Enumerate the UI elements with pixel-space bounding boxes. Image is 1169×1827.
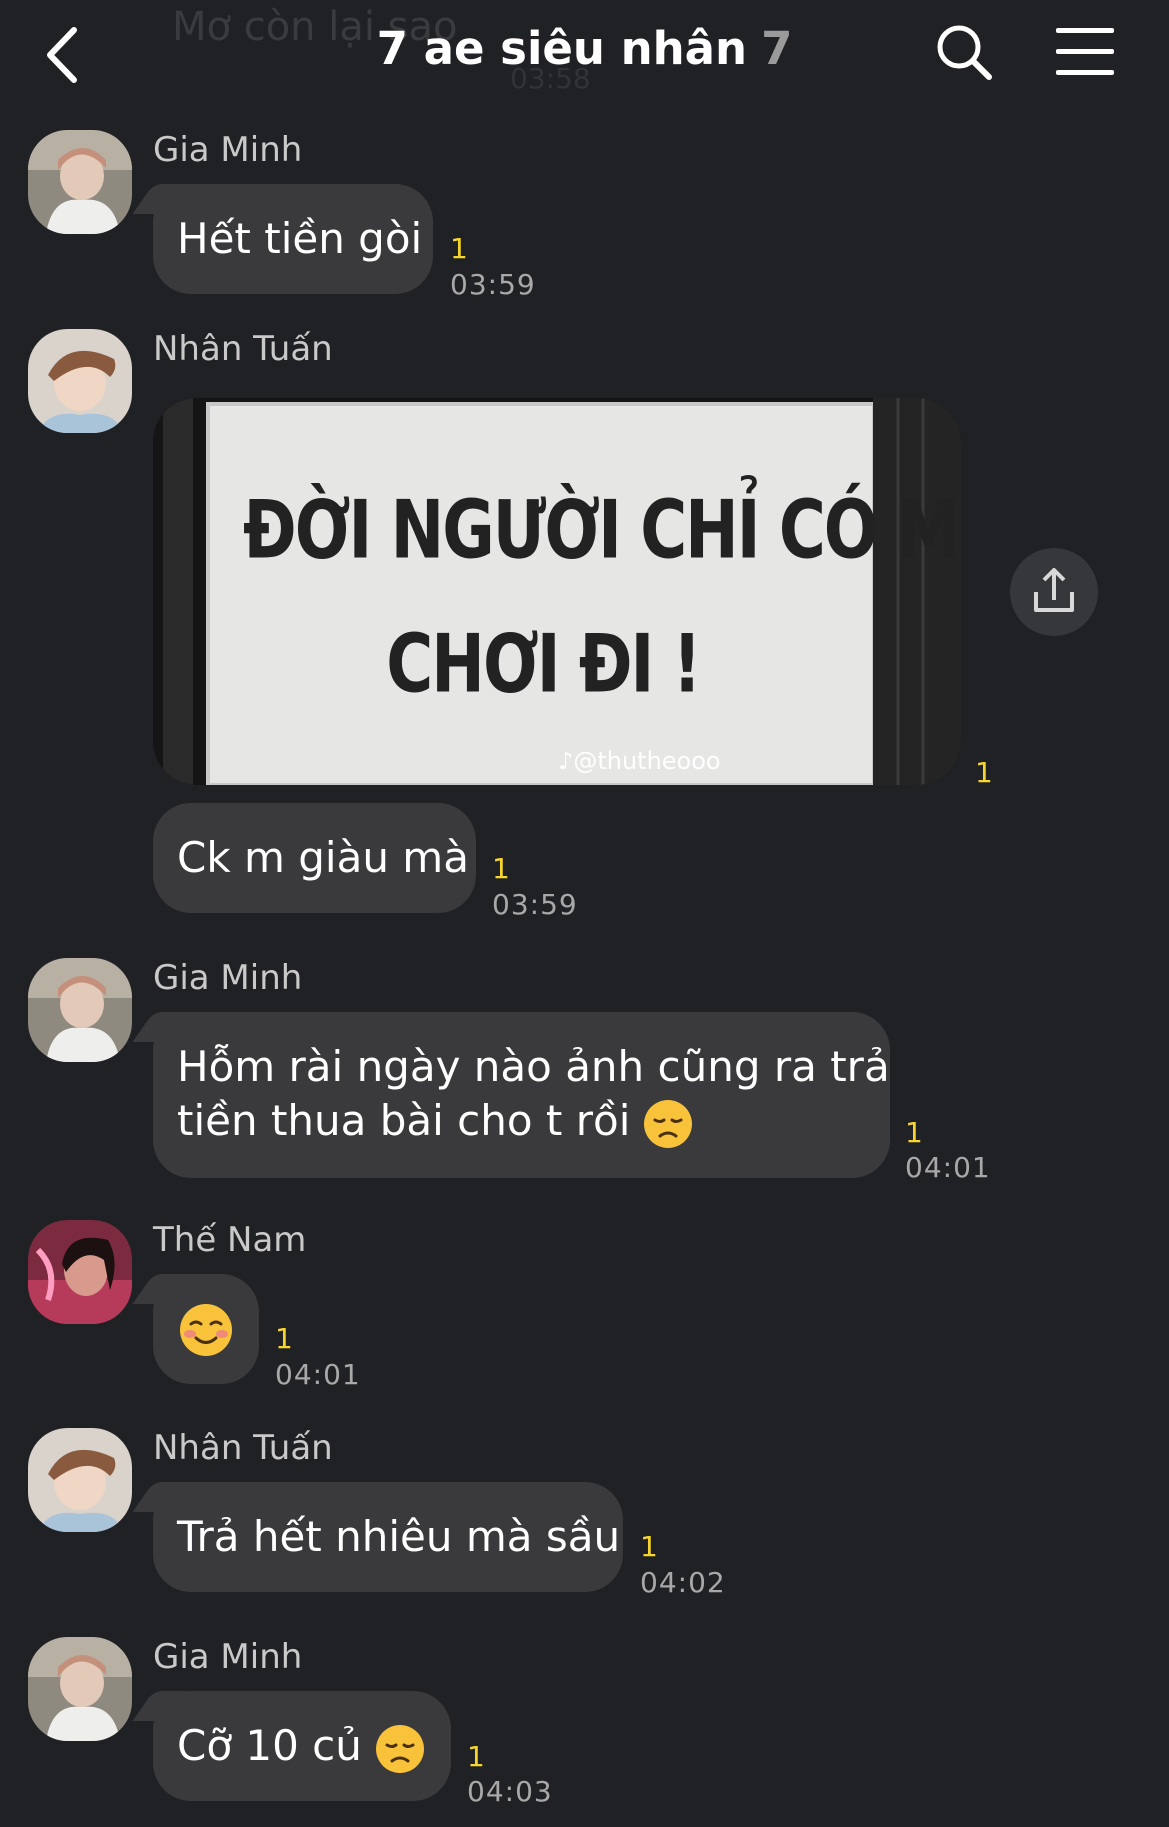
share-icon	[1034, 568, 1074, 612]
sender-name: Nhân Tuấn	[153, 1428, 333, 1468]
tiktok-icon: ♪	[558, 747, 574, 775]
avatar-photo	[28, 1637, 132, 1741]
message-time: 04:01	[275, 1358, 361, 1391]
disappointed-face-icon	[375, 1724, 424, 1773]
message-text-line2-wrap: tiền thua bài cho t rồi	[177, 1094, 866, 1150]
unread-count: 1	[450, 232, 468, 265]
search-icon	[937, 25, 992, 80]
unread-count: 1	[275, 1322, 293, 1355]
avatar-photo	[28, 329, 132, 433]
message-text: Cỡ 10 củ	[177, 1721, 362, 1770]
message-bubble[interactable]: Hỗm rài ngày nào ảnh cũng ra trả tiền th…	[153, 1012, 890, 1178]
group-name: 7 ae siêu nhân	[376, 22, 748, 75]
message-bubble[interactable]	[153, 1274, 259, 1384]
message-text: Hết tiền gòi	[177, 214, 423, 263]
unread-count: 1	[975, 756, 993, 789]
image-message[interactable]: ĐỜI NGƯỜI CHỈ CÓ MỘT CHƠI ĐI ! ♪@thutheo…	[153, 398, 961, 785]
message-text-wrap: Cỡ 10 củ	[177, 1719, 427, 1775]
avatar-photo	[28, 1428, 132, 1532]
message-text: Trả hết nhiêu mà sầu	[177, 1512, 621, 1561]
sender-name: Gia Minh	[153, 1637, 303, 1677]
member-count: 7	[761, 22, 793, 75]
sender-name: Gia Minh	[153, 958, 303, 998]
message-time: 04:03	[467, 1775, 553, 1808]
message-text-line1: Hỗm rài ngày nào ảnh cũng ra trả	[177, 1042, 890, 1091]
unread-count: 1	[467, 1740, 485, 1773]
avatar-nhan-tuan[interactable]	[28, 329, 132, 433]
message-bubble[interactable]: Ck m giàu mà	[153, 803, 476, 913]
share-button[interactable]	[1010, 548, 1098, 636]
chat-header: Mơ còn lại sao 03:58 7 ae siêu nhân 7	[0, 0, 1169, 108]
sign-photo	[153, 398, 961, 785]
message-text: Ck m giàu mà	[177, 833, 469, 882]
message-time: 03:59	[492, 888, 578, 921]
sign-text-line1: ĐỜI NGƯỜI CHỈ CÓ MỘT	[243, 484, 961, 578]
message-time: 04:01	[905, 1151, 991, 1184]
avatar-gia-minh[interactable]	[28, 130, 132, 234]
avatar-the-nam[interactable]	[28, 1220, 132, 1324]
avatar-gia-minh[interactable]	[28, 958, 132, 1062]
unread-count: 1	[905, 1116, 923, 1149]
sender-name: Gia Minh	[153, 130, 303, 170]
sender-name: Nhân Tuấn	[153, 329, 333, 369]
avatar-photo	[28, 130, 132, 234]
avatar-gia-minh[interactable]	[28, 1637, 132, 1741]
sender-name: Thế Nam	[153, 1220, 307, 1260]
smiling-face-icon	[180, 1304, 232, 1356]
disappointed-face-icon	[644, 1099, 693, 1148]
message-time: 03:59	[450, 268, 536, 301]
unread-count: 1	[492, 852, 510, 885]
message-bubble[interactable]: Trả hết nhiêu mà sầu	[153, 1482, 623, 1592]
message-text-line2: tiền thua bài cho t rồi	[177, 1096, 631, 1145]
message-bubble[interactable]: Hết tiền gòi	[153, 184, 433, 294]
avatar-nhan-tuan[interactable]	[28, 1428, 132, 1532]
message-time: 04:02	[640, 1566, 726, 1599]
avatar-photo	[28, 958, 132, 1062]
hamburger-menu-icon	[1056, 28, 1114, 75]
avatar-photo	[28, 1220, 132, 1324]
image-watermark: ♪@thutheooo	[558, 747, 721, 775]
menu-button[interactable]	[1054, 26, 1116, 78]
search-button[interactable]	[934, 22, 994, 82]
unread-count: 1	[640, 1530, 658, 1563]
sign-text-line2: CHƠI ĐI !	[386, 618, 701, 712]
message-bubble[interactable]: Cỡ 10 củ	[153, 1691, 451, 1801]
